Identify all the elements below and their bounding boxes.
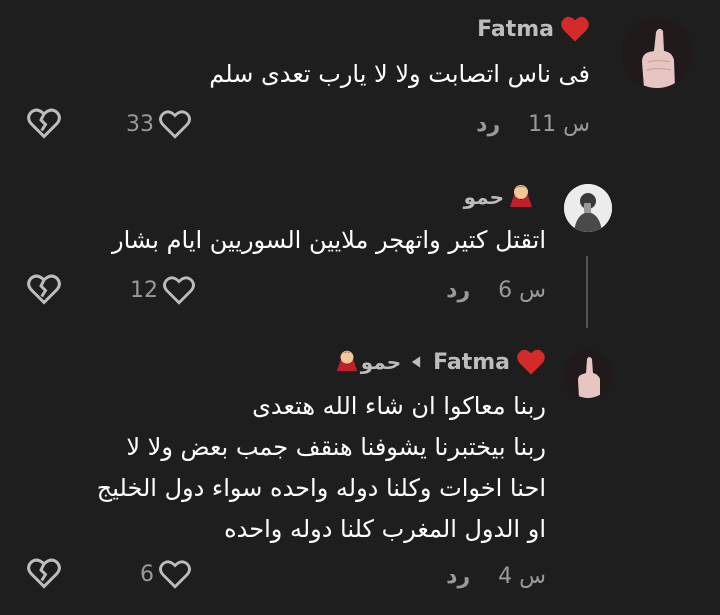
avatar[interactable] xyxy=(564,350,612,398)
thread-line xyxy=(586,256,588,328)
vampire-emoji-icon xyxy=(508,182,534,213)
like-count: 33 xyxy=(126,111,154,137)
like-count: 12 xyxy=(130,277,158,303)
comment-author[interactable]: حمو Fatma xyxy=(335,346,546,378)
author-name: Fatma xyxy=(433,349,510,375)
reply-button[interactable]: رد xyxy=(446,278,470,303)
comment-text-line: ربنا معاكوا ان شاء الله هتعدى xyxy=(252,392,546,420)
avatar[interactable] xyxy=(564,184,612,232)
comment-author[interactable]: حمو xyxy=(464,182,534,212)
author-name: Fatma xyxy=(477,16,554,42)
comment-text-line: او الدول المغرب كلنا دوله واحده xyxy=(224,515,546,543)
like-button[interactable]: 33 xyxy=(126,108,192,140)
heart-emoji-icon xyxy=(517,349,545,375)
comment-text: فى ناس اتصابت ولا لا يارب تعدى سلم xyxy=(209,60,590,88)
heart-outline-icon xyxy=(159,560,191,589)
timestamp: 11 س xyxy=(528,111,590,137)
broken-heart-icon xyxy=(27,108,61,139)
timestamp: 4 س xyxy=(498,563,546,589)
reply-target-name: حمو xyxy=(360,350,402,374)
comment-text: ربنا معاكوا ان شاء الله هتعدى ربنا بيختب… xyxy=(26,386,546,550)
comment-text-line: احنا اخوات وكلنا دوله واحده سواء دول الخ… xyxy=(96,474,546,502)
reply-arrow-icon xyxy=(411,356,421,368)
comment-meta: رد 6 س xyxy=(446,274,546,306)
vampire-emoji-icon xyxy=(335,348,359,377)
comment-text: اتقتل كتير واتهجر ملايين السوريين ايام ب… xyxy=(111,226,546,254)
reply-target[interactable]: حمو xyxy=(335,348,401,377)
timestamp: 6 س xyxy=(498,277,546,303)
heart-outline-icon xyxy=(159,110,191,139)
avatar[interactable] xyxy=(622,18,692,88)
reply-button[interactable]: رد xyxy=(476,112,500,137)
like-button[interactable]: 6 xyxy=(140,558,192,590)
heart-emoji-icon xyxy=(561,16,589,42)
like-count: 6 xyxy=(140,561,154,587)
comment-author[interactable]: Fatma xyxy=(477,14,590,44)
broken-heart-icon xyxy=(27,558,61,589)
broken-heart-icon xyxy=(27,274,61,305)
like-button[interactable]: 12 xyxy=(130,274,196,306)
reply-button[interactable]: رد xyxy=(446,564,470,589)
comment-meta: رد 4 س xyxy=(446,560,546,592)
dislike-button[interactable] xyxy=(26,556,62,594)
comment-meta: رد 11 س xyxy=(476,108,590,140)
author-name: حمو xyxy=(463,185,504,209)
dislike-button[interactable] xyxy=(26,106,62,144)
heart-outline-icon xyxy=(163,276,195,305)
dislike-button[interactable] xyxy=(26,272,62,310)
comment-text-line: ربنا بيختبرنا يشوفنا هنقف جمب بعض ولا لا xyxy=(126,433,546,461)
